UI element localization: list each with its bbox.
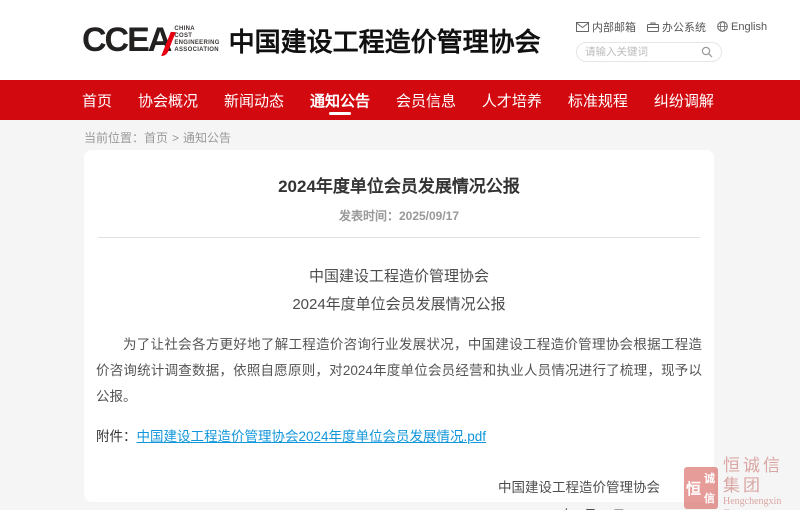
- nav-item-home[interactable]: 首页: [82, 80, 112, 120]
- internal-mail-link[interactable]: 内部邮箱: [576, 19, 636, 35]
- article-meta: 发表时间：2025/09/17: [96, 207, 702, 224]
- logo-subtext-line: ASSOCIATION: [174, 47, 219, 54]
- logo-subtext-line: ENGINEERING: [174, 40, 219, 47]
- globe-icon: [717, 21, 728, 32]
- title-divider: [98, 237, 700, 238]
- briefcase-icon: [647, 22, 659, 32]
- ccea-logo: CCEA CHINA COST ENGINEERING ASSOCIATION: [82, 23, 220, 57]
- mail-icon: [576, 22, 589, 32]
- nav-item-standards[interactable]: 标准规程: [568, 80, 628, 120]
- publish-date-label: 发表时间：: [339, 209, 399, 223]
- quick-links: 内部邮箱 办公系统 English: [576, 19, 722, 35]
- publish-date-value: 2025/09/17: [399, 209, 459, 223]
- logo-subtext-line: COST: [174, 33, 219, 40]
- doc-paragraph: 为了让社会各方更好地了解工程造价咨询行业发展状况，中国建设工程造价管理协会根据工…: [96, 332, 702, 410]
- watermark-name-en: Hengchengxin Group: [723, 496, 800, 510]
- main-nav: 首页 协会概况 新闻动态 通知公告 会员信息 人才培养 标准规程 纠纷调解: [0, 80, 800, 120]
- brand[interactable]: CCEA CHINA COST ENGINEERING ASSOCIATION …: [82, 22, 541, 59]
- nav-item-news[interactable]: 新闻动态: [224, 80, 284, 120]
- nav-item-association-overview[interactable]: 协会概况: [138, 80, 198, 120]
- quick-link-label: 内部邮箱: [592, 19, 636, 35]
- breadcrumb-home-link[interactable]: 首页: [144, 131, 168, 145]
- search-box[interactable]: [576, 42, 722, 62]
- search-icon[interactable]: [701, 46, 713, 58]
- signature-date: 2025年9月17日: [498, 502, 660, 510]
- quick-link-label: 办公系统: [662, 19, 706, 35]
- signature-org: 中国建设工程造价管理协会: [498, 474, 660, 502]
- doc-heading-line2: 2024年度单位会员发展情况公报: [96, 291, 702, 319]
- quick-link-label: English: [731, 21, 767, 33]
- office-system-link[interactable]: 办公系统: [647, 19, 706, 35]
- article-card: 2024年度单位会员发展情况公报 发表时间：2025/09/17 中国建设工程造…: [84, 150, 714, 502]
- search-input[interactable]: [585, 46, 697, 58]
- ccea-acronym-text: CCEA: [82, 23, 170, 57]
- nav-item-member-info[interactable]: 会员信息: [396, 80, 456, 120]
- breadcrumb-prefix: 当前位置：: [84, 131, 144, 145]
- nav-item-dispute-mediation[interactable]: 纠纷调解: [654, 80, 714, 120]
- logo-subtext-line: CHINA: [174, 26, 219, 33]
- site-title: 中国建设工程造价管理协会: [229, 22, 541, 59]
- attachment-label: 附件：: [96, 429, 137, 444]
- nav-item-talent-training[interactable]: 人才培养: [482, 80, 542, 120]
- logo-subtext: CHINA COST ENGINEERING ASSOCIATION: [174, 26, 219, 54]
- breadcrumb: 当前位置：首页 > 通知公告: [84, 120, 800, 150]
- english-link[interactable]: English: [717, 21, 767, 33]
- signature: 中国建设工程造价管理协会 2025年9月17日: [96, 474, 702, 510]
- doc-heading-line1: 中国建设工程造价管理协会: [96, 263, 702, 291]
- breadcrumb-separator: >: [172, 131, 179, 145]
- attachment-pdf-link[interactable]: 中国建设工程造价管理协会2024年度单位会员发展情况.pdf: [137, 429, 487, 444]
- article-title: 2024年度单位会员发展情况公报: [96, 172, 702, 197]
- nav-item-notices[interactable]: 通知公告: [310, 80, 370, 120]
- breadcrumb-current: 通知公告: [183, 131, 231, 145]
- site-header: CCEA CHINA COST ENGINEERING ASSOCIATION …: [0, 0, 800, 80]
- watermark-name-cn: 恒诚信集团: [723, 456, 800, 496]
- attachment-row: 附件：中国建设工程造价管理协会2024年度单位会员发展情况.pdf: [96, 425, 702, 445]
